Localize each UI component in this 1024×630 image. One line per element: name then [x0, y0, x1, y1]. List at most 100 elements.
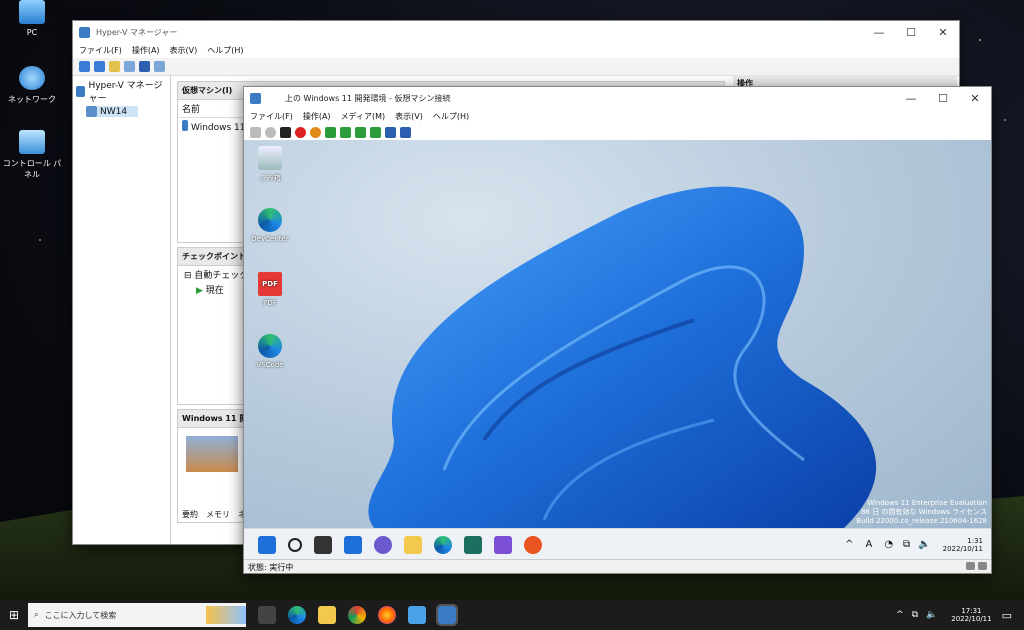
control-panel-icon: [19, 130, 45, 154]
properties-icon[interactable]: [154, 61, 165, 72]
tree-server-node[interactable]: NW14: [86, 106, 138, 117]
desktop-icon-network[interactable]: ネットワーク: [2, 66, 62, 105]
watermark-line: Build 22000.co_release.210604-1628: [856, 517, 987, 525]
tab-summary[interactable]: 要約: [182, 509, 198, 520]
vm-statusbar: 状態: 実行中: [244, 559, 991, 573]
window-title: Hyper-V マネージャー: [96, 27, 178, 37]
explorer-icon[interactable]: [404, 535, 422, 554]
maximize-button[interactable]: ☐: [895, 26, 927, 39]
vm-thumbnail: [186, 436, 238, 472]
guest-icon-recycle-bin[interactable]: ごみ箱: [250, 146, 290, 183]
clock-time: 17:31: [961, 607, 982, 615]
resume-icon[interactable]: [340, 127, 351, 138]
search-box[interactable]: ⌕ ここに入力して検索: [28, 603, 246, 627]
guest-icon-pdf[interactable]: PDF PDF: [250, 272, 290, 307]
guest-icon-vscode[interactable]: VSCode: [250, 334, 290, 369]
desktop-icon-label: ネットワーク: [8, 95, 56, 104]
close-button[interactable]: ✕: [927, 26, 959, 39]
checkpoint-icon[interactable]: [355, 127, 366, 138]
tree-root[interactable]: Hyper-V マネージャー: [76, 78, 167, 104]
store-icon[interactable]: [464, 535, 482, 554]
menu-action[interactable]: 操作(A): [303, 111, 331, 122]
share-icon[interactable]: [400, 127, 411, 138]
monitor-icon: [19, 0, 45, 24]
network-icon: [19, 66, 45, 90]
watermark-line: Windows 11 Enterprise Evaluation: [867, 499, 987, 507]
desktop-icon-pc[interactable]: PC: [2, 0, 62, 37]
search-placeholder: ここに入力して検索: [44, 610, 117, 620]
start-icon[interactable]: [265, 127, 276, 138]
maximize-button[interactable]: ☐: [927, 92, 959, 105]
menu-file[interactable]: ファイル(F): [79, 45, 122, 56]
pause-icon[interactable]: [325, 127, 336, 138]
input-indicator[interactable]: A: [865, 539, 872, 550]
desktop-icon-control-panel[interactable]: コントロール パネル: [2, 130, 62, 180]
menu-view[interactable]: 表示(V): [170, 45, 198, 56]
chevron-up-icon[interactable]: ^: [896, 610, 904, 620]
hyperv-taskbar-icon[interactable]: [436, 604, 458, 626]
chevron-up-icon[interactable]: ^: [845, 539, 853, 550]
checkpoint-now-label: 現在: [205, 286, 224, 296]
windows-start-icon[interactable]: [258, 535, 276, 554]
notification-icon[interactable]: ▭: [1002, 609, 1012, 622]
host-clock[interactable]: 17:31 2022/10/11: [951, 607, 991, 623]
menu-bar: ファイル(F) 操作(A) 表示(V) ヘルプ(H): [73, 43, 959, 58]
edge-icon[interactable]: [434, 535, 452, 554]
back-icon[interactable]: [79, 61, 90, 72]
clock-time: 1:31: [967, 536, 983, 545]
menu-view[interactable]: 表示(V): [395, 111, 423, 122]
task-view-icon[interactable]: [314, 535, 332, 554]
store-icon[interactable]: [408, 606, 426, 624]
focus-assist-icon[interactable]: ◔: [884, 539, 893, 550]
pdf-icon-text: PDF: [262, 280, 278, 288]
search-icon[interactable]: [288, 537, 302, 552]
console-tree-icon[interactable]: [124, 61, 135, 72]
menu-bar: ファイル(F) 操作(A) メディア(M) 表示(V) ヘルプ(H): [244, 109, 991, 124]
search-icon: ⌕: [34, 610, 39, 619]
edge-icon[interactable]: [288, 606, 306, 624]
guest-icon-devcenter[interactable]: DevCenter: [250, 208, 290, 243]
folder-up-icon[interactable]: [109, 61, 120, 72]
revert-icon[interactable]: [370, 127, 381, 138]
close-button[interactable]: ✕: [959, 92, 991, 105]
pdf-file-icon: PDF: [258, 272, 282, 296]
visual-studio-icon[interactable]: [494, 535, 512, 554]
task-view-icon[interactable]: [258, 606, 276, 624]
chat-icon[interactable]: [374, 535, 392, 554]
save-state-icon[interactable]: [310, 127, 321, 138]
help-icon[interactable]: [139, 61, 150, 72]
menu-help[interactable]: ヘルプ(H): [207, 45, 243, 56]
chrome-icon[interactable]: [348, 606, 366, 624]
menu-file[interactable]: ファイル(F): [250, 111, 293, 122]
search-highlight-icon: [206, 606, 246, 624]
shutdown-icon[interactable]: [295, 127, 306, 138]
windows-start-icon[interactable]: ⊞: [0, 608, 28, 622]
menu-media[interactable]: メディア(M): [341, 111, 386, 122]
firefox-icon[interactable]: [378, 606, 396, 624]
network-icon[interactable]: ⧉: [903, 539, 910, 550]
play-icon: ▶: [196, 286, 203, 296]
menu-help[interactable]: ヘルプ(H): [433, 111, 469, 122]
network-icon[interactable]: ⧉: [912, 610, 918, 620]
guest-icon-label: PDF: [263, 299, 277, 307]
widgets-icon[interactable]: [344, 535, 362, 554]
volume-icon[interactable]: 🔈: [926, 610, 937, 620]
guest-clock[interactable]: 1:31 2022/10/11: [943, 537, 983, 553]
file-explorer-icon[interactable]: [318, 606, 336, 624]
guest-desktop[interactable]: ごみ箱 DevCenter PDF PDF VSCode Windows 11 …: [244, 140, 991, 528]
ubuntu-icon[interactable]: [524, 535, 542, 554]
minimize-button[interactable]: —: [863, 26, 895, 39]
edge-icon: [258, 208, 282, 232]
minimize-button[interactable]: —: [895, 92, 927, 105]
forward-icon[interactable]: [94, 61, 105, 72]
volume-icon[interactable]: 🔈: [918, 539, 930, 550]
turn-off-icon[interactable]: [280, 127, 291, 138]
menu-action[interactable]: 操作(A): [132, 45, 160, 56]
window-titlebar: 上の Windows 11 開発環境 - 仮想マシン接続 — ☐ ✕: [244, 87, 991, 109]
enhanced-session-icon[interactable]: [385, 127, 396, 138]
ctrl-alt-del-icon[interactable]: [250, 127, 261, 138]
status-spacer: [293, 562, 966, 571]
guest-icon-label: ごみ箱: [259, 174, 281, 182]
vm-status-text: 状態: 実行中: [248, 563, 294, 572]
tab-memory[interactable]: メモリ: [206, 509, 230, 520]
